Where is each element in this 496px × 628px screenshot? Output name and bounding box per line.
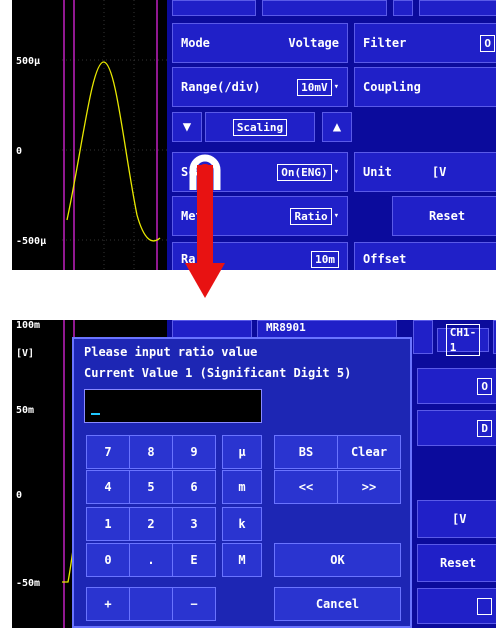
filter-row[interactable]: Filter O [354, 23, 496, 63]
key-mega[interactable]: M [222, 543, 262, 577]
key-6[interactable]: 6 [172, 470, 216, 504]
key-4[interactable]: 4 [86, 470, 130, 504]
y-axis-unit: [V] [16, 348, 35, 359]
cursor-right-button[interactable]: >> [337, 470, 401, 504]
range-value-dropdown: 10mV [297, 78, 332, 96]
key-1[interactable]: 1 [86, 507, 130, 541]
key-minus[interactable]: − [172, 587, 216, 621]
reset-label: Reset [440, 556, 477, 570]
key-8[interactable]: 8 [129, 435, 173, 469]
channel-label: CH1-1 [445, 324, 481, 356]
y-tick-label: 0 [16, 146, 23, 157]
key-blank[interactable] [129, 587, 173, 621]
key-9[interactable]: 9 [172, 435, 216, 469]
key-decimal[interactable]: . [129, 543, 173, 577]
ratio-value: 10m [311, 250, 339, 268]
reset-label: Reset [428, 209, 466, 223]
offset-label: Offset [363, 252, 407, 266]
backspace-button[interactable]: BS [274, 435, 338, 469]
method-value-dropdown: Ratio [290, 207, 332, 225]
mode-value: Voltage [288, 36, 339, 50]
coupling-label: Coupling [363, 80, 421, 94]
top-screen: 500µ 0 -500µ Mode Voltage Filter O Range… [12, 0, 496, 270]
cancel-button[interactable]: Cancel [274, 587, 401, 621]
key-3[interactable]: 3 [172, 507, 216, 541]
y-tick-label: 50m [16, 405, 35, 416]
scaling-value-dropdown: On(ENG) [277, 163, 332, 181]
dropdown-arrow-icon: ▾ [333, 211, 339, 221]
reset-button[interactable]: Reset [392, 196, 496, 236]
key-5[interactable]: 5 [129, 470, 173, 504]
key-micro[interactable]: µ [222, 435, 262, 469]
setting-row[interactable] [417, 588, 496, 624]
mode-label: Mode [181, 36, 210, 50]
dialog-title: Please input ratio value [84, 345, 258, 359]
setting-value [477, 597, 492, 615]
cursor-left-button[interactable]: << [274, 470, 338, 504]
reset-button[interactable]: Reset [417, 544, 496, 582]
dropdown-arrow-icon: ▾ [333, 167, 339, 177]
unit-row[interactable]: [V [417, 500, 496, 538]
scroll-down-button[interactable]: ▼ [172, 112, 202, 142]
filter-label: Filter [363, 36, 407, 50]
unit-value: [V [452, 512, 467, 526]
y-tick-label: 0 [16, 490, 23, 501]
scaling-section-label: Scaling [232, 118, 288, 136]
clear-button[interactable]: Clear [337, 435, 401, 469]
module-model: MR8901 [266, 321, 306, 334]
unit-row[interactable]: Unit [V [354, 152, 496, 192]
key-kilo[interactable]: k [222, 507, 262, 541]
waveform-plot [62, 0, 167, 270]
waveform-area: 500µ 0 -500µ [12, 0, 167, 270]
triangle-up-icon: ▲ [332, 119, 342, 135]
y-tick-label: 500µ [16, 56, 41, 67]
filter-value: O [480, 34, 495, 52]
y-tick-label: 100m [16, 320, 41, 331]
header-cell[interactable] [393, 0, 413, 16]
range-row[interactable]: Range(/div) 10mV ▾ [172, 67, 348, 107]
channel-tab[interactable]: CH1-1 [437, 324, 489, 356]
scaling-section-tab[interactable]: Scaling [205, 112, 315, 142]
y-tick-label: -50m [16, 578, 41, 589]
offset-row[interactable]: Offset [354, 242, 496, 270]
setting-row[interactable]: O [417, 368, 496, 404]
current-value-text: Current Value 1 (Significant Digit 5) [84, 366, 352, 380]
header-cell[interactable] [419, 0, 496, 16]
unit-value: [V [431, 165, 447, 179]
key-milli[interactable]: m [222, 470, 262, 504]
unit-label: Unit [363, 165, 392, 179]
setting-value: O [477, 377, 492, 395]
key-plus[interactable]: + [86, 587, 130, 621]
key-exponent[interactable]: E [172, 543, 216, 577]
coupling-row[interactable]: Coupling [354, 67, 496, 107]
triangle-down-icon: ▼ [182, 119, 192, 135]
transition-arrow-icon [185, 154, 225, 298]
key-7[interactable]: 7 [86, 435, 130, 469]
y-tick-label: -500µ [16, 236, 47, 247]
header-cell[interactable] [262, 0, 387, 16]
mode-row[interactable]: Mode Voltage [172, 23, 348, 63]
setting-row[interactable]: D [417, 410, 496, 446]
header-cell[interactable] [172, 0, 256, 16]
key-0[interactable]: 0 [86, 543, 130, 577]
header-cell[interactable] [413, 320, 433, 354]
key-2[interactable]: 2 [129, 507, 173, 541]
setting-value: D [477, 419, 492, 437]
ok-button[interactable]: OK [274, 543, 401, 577]
range-label: Range(/div) [181, 80, 261, 94]
text-cursor [91, 413, 100, 415]
scroll-up-button[interactable]: ▲ [322, 112, 352, 142]
waveform-trace [66, 61, 161, 242]
ratio-input-dialog: Please input ratio value Current Value 1… [72, 337, 412, 628]
dropdown-arrow-icon: ▾ [333, 82, 339, 92]
ratio-value-input[interactable] [84, 389, 262, 423]
